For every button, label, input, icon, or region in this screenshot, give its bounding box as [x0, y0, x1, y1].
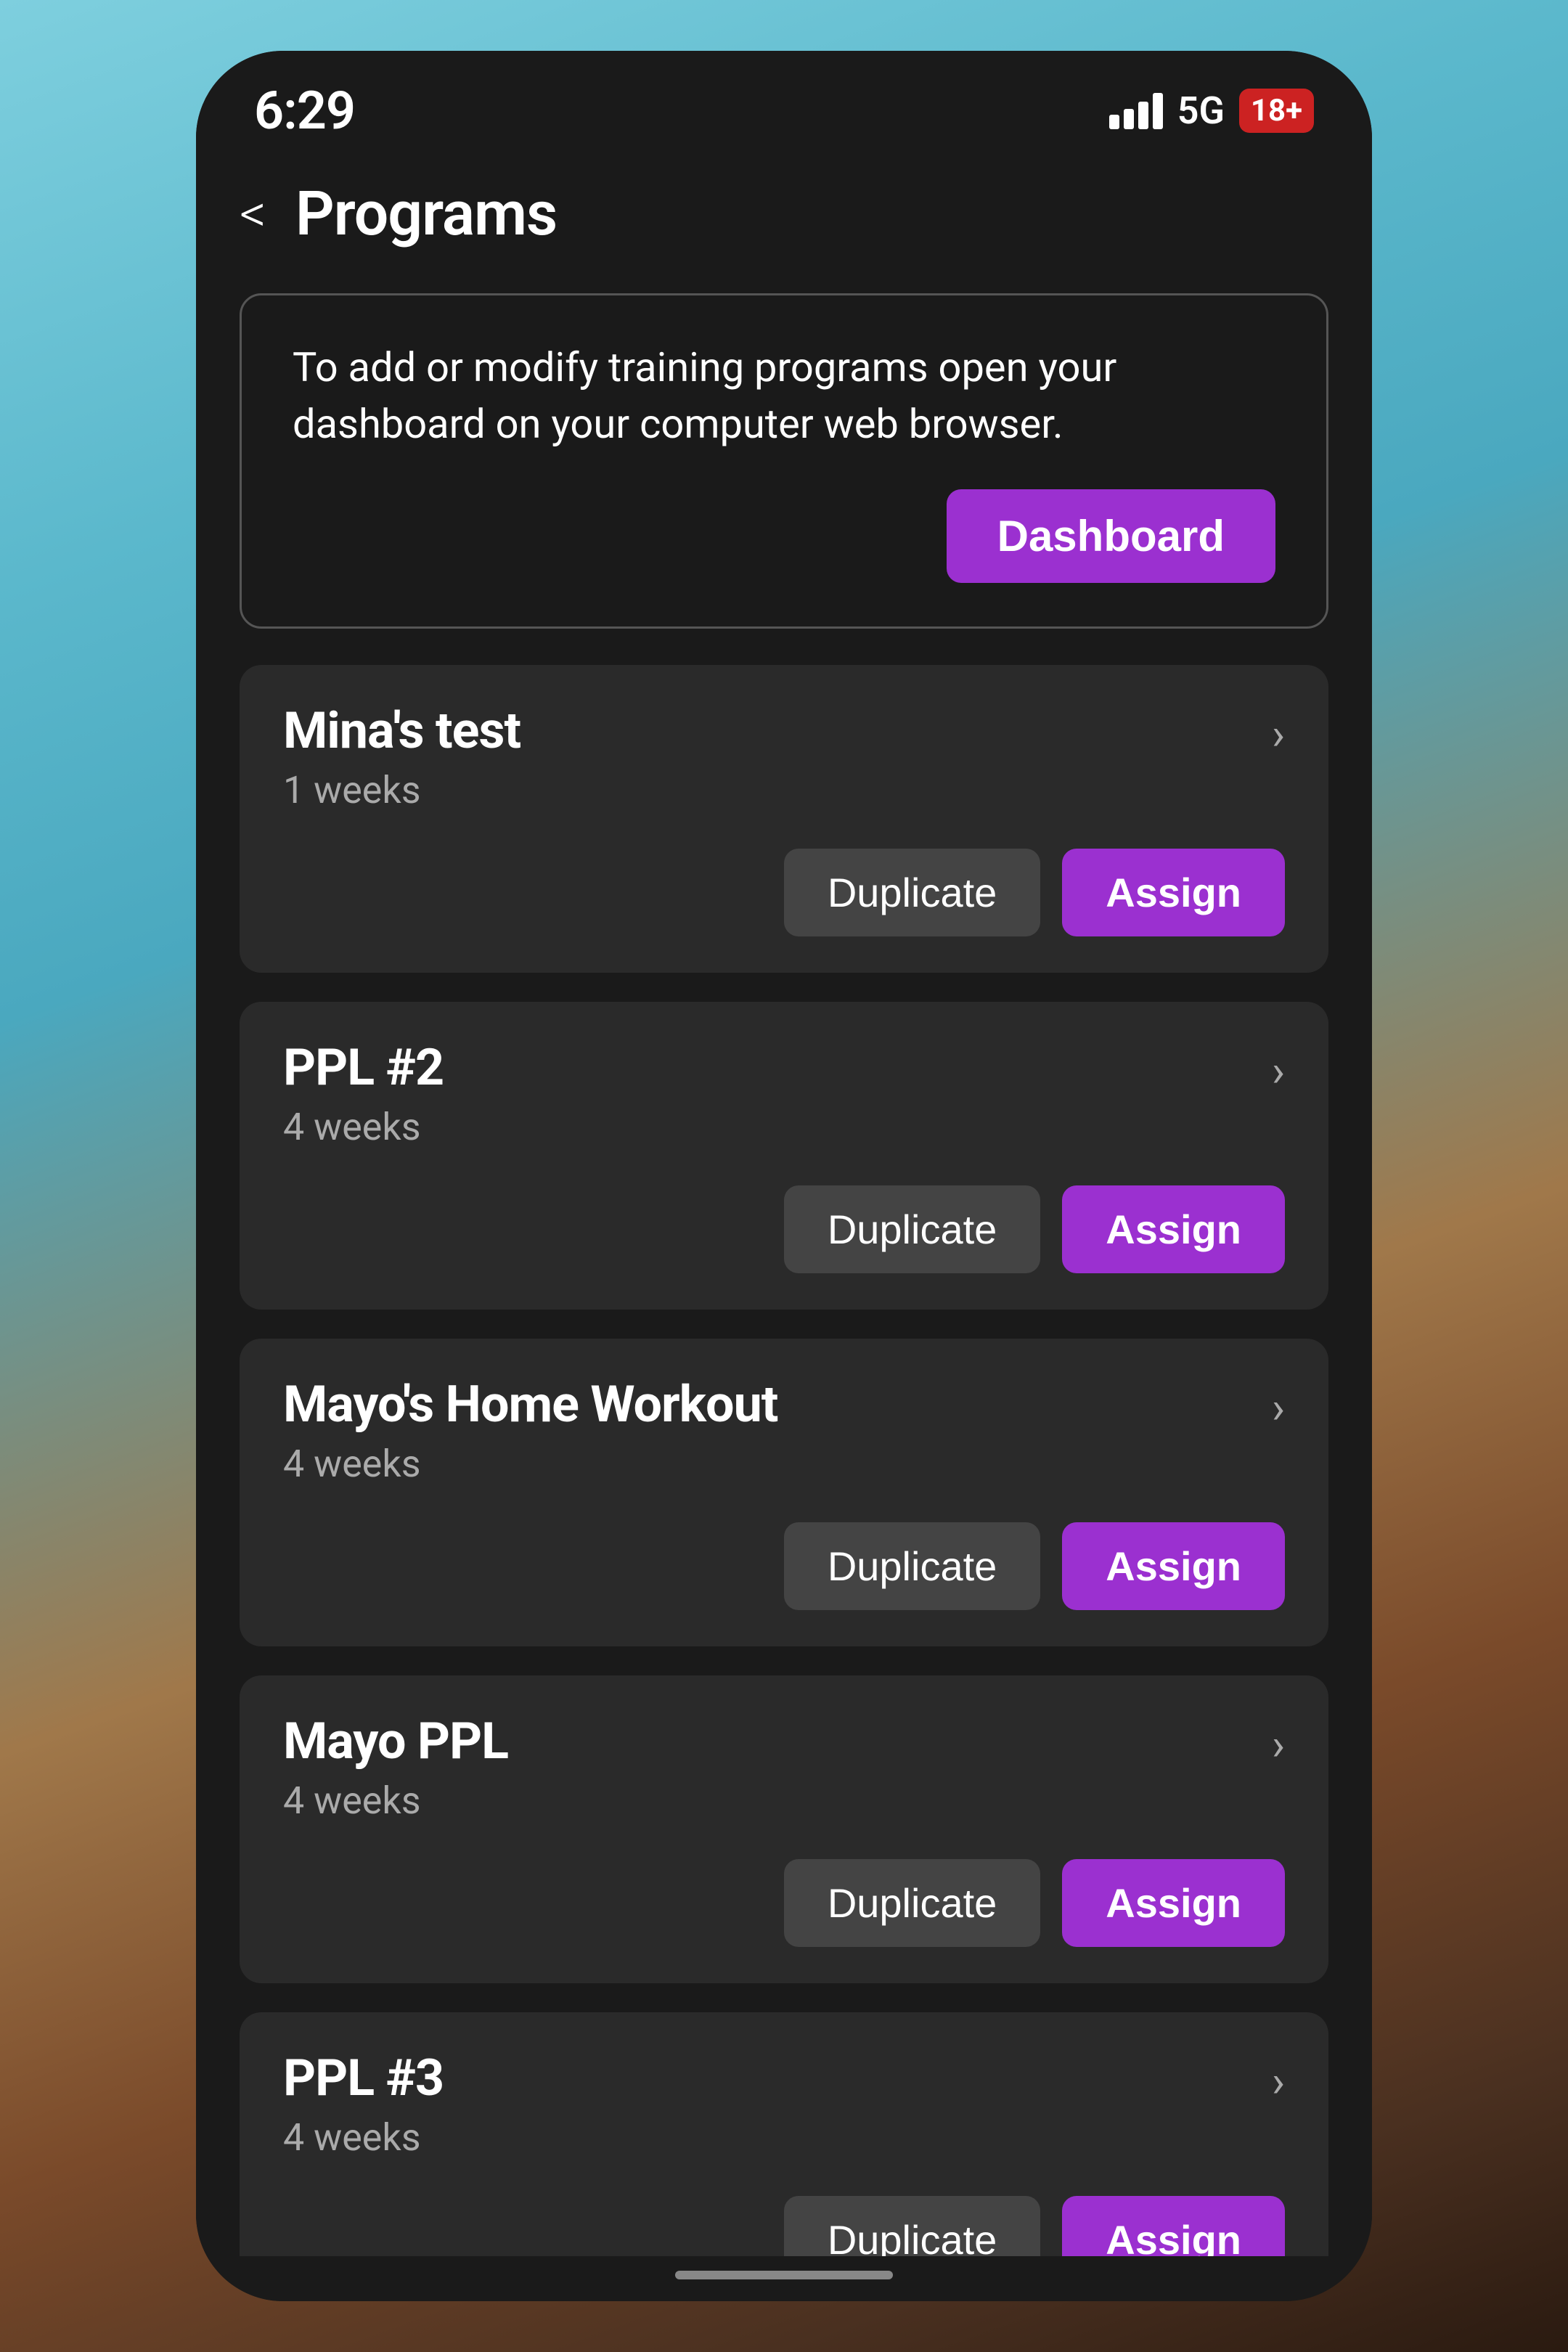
- duplicate-button-mayo-ppl[interactable]: Duplicate: [784, 1859, 1040, 1947]
- duplicate-button-ppl-2[interactable]: Duplicate: [784, 1185, 1040, 1273]
- network-label: 5G: [1177, 89, 1225, 133]
- chevron-right-icon-ppl-3[interactable]: ›: [1272, 2056, 1285, 2107]
- program-actions-ppl-2: Duplicate Assign: [283, 1185, 1285, 1273]
- program-name-ppl-2: PPL #2: [283, 1038, 444, 1098]
- program-actions-mayos-home-workout: Duplicate Assign: [283, 1522, 1285, 1610]
- page-title: Programs: [295, 178, 557, 250]
- chevron-right-icon-mayos-home-workout[interactable]: ›: [1272, 1382, 1285, 1434]
- program-duration-minas-test: 1 weeks: [283, 768, 1285, 812]
- info-card: To add or modify training programs open …: [240, 293, 1328, 629]
- program-actions-mayo-ppl: Duplicate Assign: [283, 1859, 1285, 1947]
- phone-frame: 6:29 5G 18+ < Programs To add or modify …: [196, 51, 1372, 2301]
- program-header-mayo-ppl: Mayo PPL ›: [283, 1712, 1285, 1771]
- program-duration-ppl-2: 4 weeks: [283, 1105, 1285, 1149]
- program-card-mayos-home-workout: Mayo's Home Workout › 4 weeks Duplicate …: [240, 1339, 1328, 1646]
- signal-icon: [1109, 93, 1163, 129]
- chevron-right-icon-mayo-ppl[interactable]: ›: [1272, 1719, 1285, 1771]
- program-header-ppl-3: PPL #3 ›: [283, 2049, 1285, 2108]
- program-name-mayo-ppl: Mayo PPL: [283, 1712, 508, 1771]
- battery-icon: 18+: [1239, 89, 1314, 133]
- duplicate-button-minas-test[interactable]: Duplicate: [784, 849, 1040, 936]
- status-icons: 5G 18+: [1109, 89, 1314, 133]
- chevron-right-icon-ppl-2[interactable]: ›: [1272, 1045, 1285, 1097]
- status-time: 6:29: [254, 80, 355, 142]
- duplicate-button-mayos-home-workout[interactable]: Duplicate: [784, 1522, 1040, 1610]
- content-area: To add or modify training programs open …: [196, 279, 1372, 2256]
- assign-button-ppl-2[interactable]: Assign: [1062, 1185, 1285, 1273]
- program-actions-ppl-3: Duplicate Assign: [283, 2196, 1285, 2256]
- chevron-right-icon-minas-test[interactable]: ›: [1272, 709, 1285, 760]
- info-text: To add or modify training programs open …: [293, 339, 1275, 453]
- program-header-mayos-home-workout: Mayo's Home Workout ›: [283, 1375, 1285, 1434]
- program-name-mayos-home-workout: Mayo's Home Workout: [283, 1375, 777, 1434]
- program-name-minas-test: Mina's test: [283, 701, 520, 761]
- header: < Programs: [196, 156, 1372, 279]
- program-duration-ppl-3: 4 weeks: [283, 2115, 1285, 2160]
- program-card-ppl-3: PPL #3 › 4 weeks Duplicate Assign: [240, 2012, 1328, 2256]
- program-header-ppl-2: PPL #2 ›: [283, 1038, 1285, 1098]
- back-button[interactable]: <: [240, 183, 266, 245]
- assign-button-minas-test[interactable]: Assign: [1062, 849, 1285, 936]
- duplicate-button-ppl-3[interactable]: Duplicate: [784, 2196, 1040, 2256]
- home-bar: [675, 2271, 893, 2279]
- info-card-footer: Dashboard: [293, 489, 1275, 583]
- program-name-ppl-3: PPL #3: [283, 2049, 444, 2108]
- program-actions-minas-test: Duplicate Assign: [283, 849, 1285, 936]
- status-bar: 6:29 5G 18+: [196, 51, 1372, 156]
- home-indicator: [196, 2256, 1372, 2301]
- dashboard-button[interactable]: Dashboard: [947, 489, 1275, 583]
- assign-button-mayos-home-workout[interactable]: Assign: [1062, 1522, 1285, 1610]
- program-duration-mayo-ppl: 4 weeks: [283, 1779, 1285, 1823]
- assign-button-ppl-3[interactable]: Assign: [1062, 2196, 1285, 2256]
- program-card-ppl-2: PPL #2 › 4 weeks Duplicate Assign: [240, 1002, 1328, 1310]
- program-list: Mina's test › 1 weeks Duplicate Assign P…: [240, 665, 1328, 2256]
- program-card-mayo-ppl: Mayo PPL › 4 weeks Duplicate Assign: [240, 1675, 1328, 1983]
- program-header-minas-test: Mina's test ›: [283, 701, 1285, 761]
- program-card-minas-test: Mina's test › 1 weeks Duplicate Assign: [240, 665, 1328, 973]
- program-duration-mayos-home-workout: 4 weeks: [283, 1442, 1285, 1486]
- assign-button-mayo-ppl[interactable]: Assign: [1062, 1859, 1285, 1947]
